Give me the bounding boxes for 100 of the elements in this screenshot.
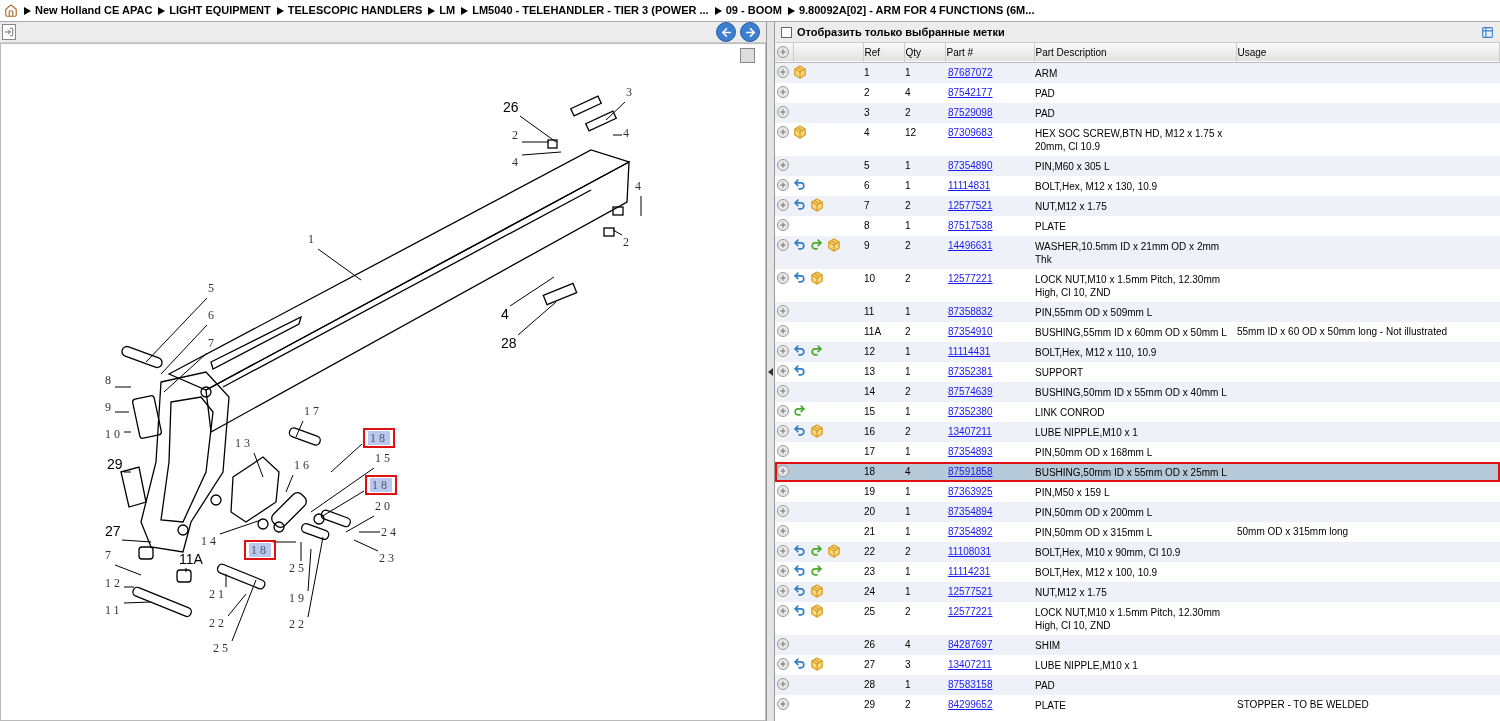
- expand-icon[interactable]: [777, 484, 789, 497]
- curved-arrow-icon[interactable]: [793, 343, 806, 357]
- expand-icon[interactable]: [777, 677, 789, 690]
- back-button[interactable]: [716, 22, 736, 42]
- curved-arrow-icon[interactable]: [793, 238, 806, 251]
- column-header[interactable]: Ref: [863, 43, 904, 62]
- callout-label[interactable]: 4: [512, 156, 521, 168]
- part-number-link[interactable]: 14496631: [948, 239, 993, 251]
- part-number-link[interactable]: 87591858: [948, 465, 993, 477]
- table-row[interactable]: 11A 2 87354910 BUSHING,55mm ID x 60mm OD x 50mm L 55mm ID x 60 OD x 50mm long - Not illustrated: [775, 321, 1500, 342]
- callout-label[interactable]: 12: [105, 577, 123, 589]
- part-number-link[interactable]: 87574639: [948, 385, 993, 397]
- curved-arrow-icon[interactable]: [793, 403, 806, 417]
- curved-arrow-icon[interactable]: [793, 563, 806, 577]
- callout-label[interactable]: 23: [379, 552, 397, 564]
- column-header[interactable]: Part #: [945, 43, 1034, 62]
- breadcrumb-link[interactable]: LM: [439, 2, 456, 19]
- expand-icon[interactable]: [777, 657, 789, 670]
- part-number-link[interactable]: 12577521: [948, 199, 993, 211]
- part-number-link[interactable]: 11114831: [948, 179, 991, 191]
- part-number-link[interactable]: 87687072: [948, 66, 993, 78]
- callout-label[interactable]: 2: [512, 129, 521, 141]
- expand-icon[interactable]: [777, 238, 789, 251]
- part-number-link[interactable]: 11114231: [948, 565, 991, 577]
- part-number-link[interactable]: 87354910: [948, 325, 993, 337]
- checkbox[interactable]: [781, 26, 792, 38]
- part-number-link[interactable]: 87354890: [948, 159, 993, 171]
- table-row[interactable]: 26 4 84287697 SHIM: [775, 634, 1500, 655]
- part-number-link[interactable]: 87354892: [948, 525, 993, 537]
- expand-icon[interactable]: [777, 604, 789, 617]
- table-row[interactable]: 24 1 12577521 NUT,M12 x 1.75: [775, 581, 1500, 602]
- column-header[interactable]: Usage: [1236, 43, 1500, 62]
- box-icon[interactable]: [810, 423, 824, 438]
- part-number-link[interactable]: 87542177: [948, 86, 993, 98]
- expand-icon[interactable]: [777, 584, 789, 597]
- part-number-link[interactable]: 84299652: [948, 698, 993, 710]
- table-row[interactable]: 4 12 87309683 HEX SOC SCREW,BTN HD, M12 x 1.75 x 20mm, Cl 10.9: [775, 122, 1500, 156]
- box-icon[interactable]: [810, 603, 824, 618]
- box-icon[interactable]: [827, 543, 841, 558]
- expand-icon[interactable]: [777, 65, 789, 78]
- table-row[interactable]: 13 1 87352381 SUPPORT: [775, 361, 1500, 382]
- table-row[interactable]: 18 4 87591858 BUSHING,50mm ID x 55mm OD x 25mm L: [775, 461, 1500, 482]
- table-row[interactable]: 10 2 12577221 LOCK NUT,M10 x 1.5mm Pitch, 12.30mm High, Cl 10, ZND: [775, 268, 1500, 302]
- box-icon[interactable]: [810, 656, 824, 671]
- callout-label[interactable]: 2: [623, 236, 632, 248]
- expand-icon[interactable]: [777, 344, 789, 357]
- callout-label[interactable]: 15: [375, 452, 393, 464]
- callout-label[interactable]: 7: [105, 549, 114, 561]
- callout-label[interactable]: 25: [213, 642, 231, 654]
- table-row[interactable]: 23 1 11114231 BOLT,Hex, M12 x 100, 10.9: [775, 561, 1500, 582]
- callout-label[interactable]: 19: [289, 592, 307, 604]
- callout-label[interactable]: 4: [501, 307, 509, 321]
- callout-label[interactable]: 13: [235, 437, 253, 449]
- part-number-link[interactable]: 84287697: [948, 638, 993, 650]
- expand-icon[interactable]: [777, 444, 789, 457]
- callout-label[interactable]: 26: [503, 100, 519, 114]
- column-header[interactable]: Part Description: [1034, 43, 1236, 62]
- breadcrumb-link[interactable]: LIGHT EQUIPMENT: [169, 2, 271, 19]
- callout-label[interactable]: 17: [304, 405, 322, 417]
- home-icon[interactable]: [4, 3, 18, 18]
- callout-label[interactable]: 4: [635, 180, 644, 192]
- table-row[interactable]: 20 1 87354894 PIN,50mm OD x 200mm L: [775, 501, 1500, 522]
- column-header[interactable]: Qty: [904, 43, 945, 62]
- callout-label[interactable]: 18: [244, 540, 276, 560]
- curved-arrow-icon[interactable]: [793, 604, 806, 617]
- part-number-link[interactable]: 87354894: [948, 505, 993, 517]
- table-row[interactable]: 21 1 87354892 PIN,50mm OD x 315mm L 50mm OD x 315mm long: [775, 521, 1500, 542]
- breadcrumb-link[interactable]: LM5040 - TELEHANDLER - TIER 3 (POWER ...: [472, 2, 709, 19]
- table-row[interactable]: 16 2 13407211 LUBE NIPPLE,M10 x 1: [775, 421, 1500, 442]
- part-number-link[interactable]: 87352380: [948, 405, 993, 417]
- part-number-link[interactable]: 87358832: [948, 305, 993, 317]
- table-row[interactable]: 15 1 87352380 LINK CONROD: [775, 401, 1500, 422]
- curved-arrow-icon[interactable]: [793, 657, 806, 670]
- curved-arrow-icon[interactable]: [793, 584, 806, 597]
- expand-icon[interactable]: [777, 198, 789, 211]
- table-row[interactable]: 19 1 87363925 PIN,M50 x 159 L: [775, 481, 1500, 502]
- part-number-link[interactable]: 87529098: [948, 106, 993, 118]
- expand-icon[interactable]: [777, 424, 789, 437]
- curved-arrow-icon[interactable]: [810, 343, 823, 357]
- curved-arrow-icon[interactable]: [810, 238, 823, 251]
- curved-arrow-icon[interactable]: [810, 544, 823, 557]
- part-number-link[interactable]: 87363925: [948, 485, 993, 497]
- callout-label[interactable]: 16: [294, 459, 312, 471]
- breadcrumb-link[interactable]: TELESCOPIC HANDLERS: [287, 2, 423, 19]
- callout-label[interactable]: 21: [209, 588, 227, 600]
- callout-label[interactable]: 22: [289, 618, 307, 630]
- expand-icon[interactable]: [777, 324, 789, 337]
- part-number-link[interactable]: 13407211: [948, 658, 992, 670]
- table-row[interactable]: 14 2 87574639 BUSHING,50mm ID x 55mm OD x 40mm L: [775, 381, 1500, 402]
- callout-label[interactable]: 7: [208, 337, 217, 349]
- table-row[interactable]: 12 1 11114431 BOLT,Hex, M12 x 110, 10.9: [775, 341, 1500, 362]
- expand-icon[interactable]: [777, 125, 789, 138]
- expand-icon[interactable]: [777, 304, 789, 317]
- table-row[interactable]: 7 2 12577521 NUT,M12 x 1.75: [775, 195, 1500, 216]
- export-icon[interactable]: [2, 24, 16, 40]
- curved-arrow-icon[interactable]: [793, 177, 806, 191]
- collapse-icon[interactable]: [768, 367, 773, 376]
- callout-label[interactable]: 24: [381, 526, 399, 538]
- box-icon[interactable]: [810, 270, 824, 285]
- callout-label[interactable]: 1: [308, 233, 317, 245]
